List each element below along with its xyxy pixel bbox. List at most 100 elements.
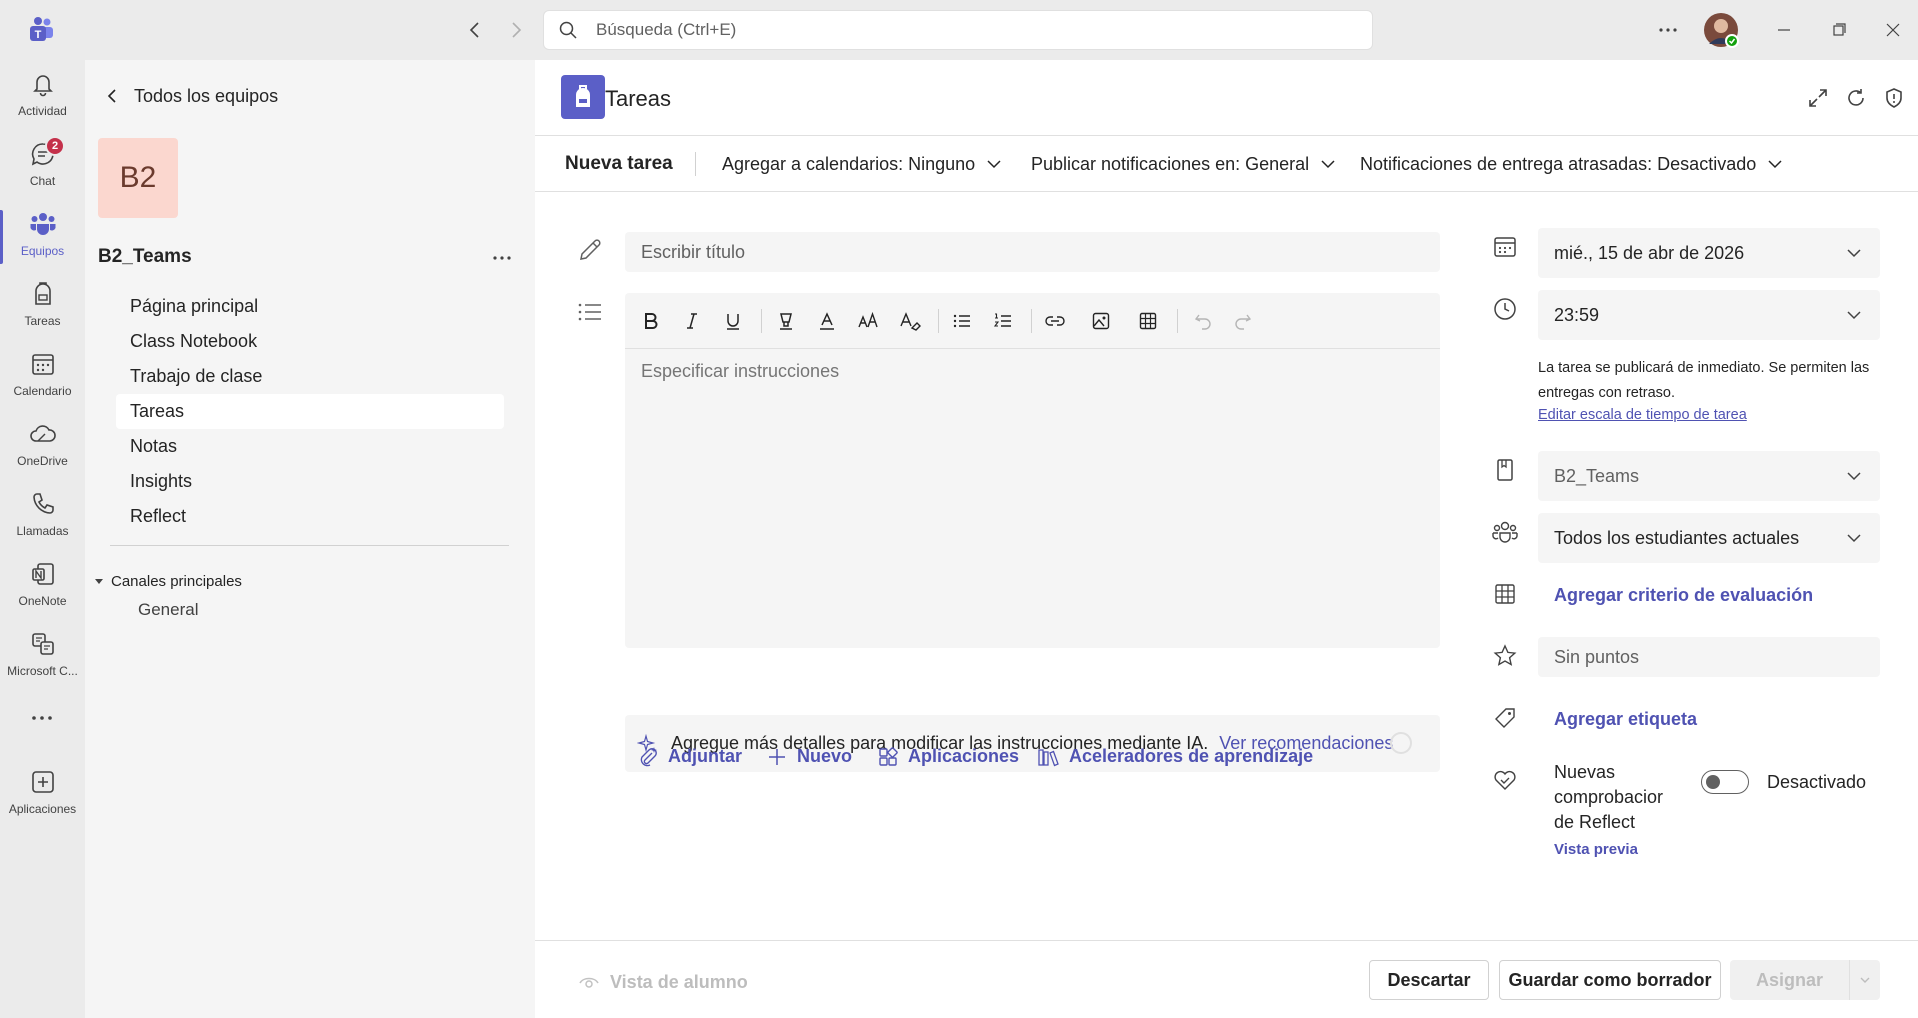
redo-icon[interactable] [1228,306,1258,336]
separator [761,309,762,333]
add-apps-icon [29,768,57,796]
points-input[interactable] [1538,637,1880,677]
channels-header[interactable]: Canales principales [93,571,242,591]
shield-icon[interactable] [1882,86,1906,110]
nav-notas[interactable]: Notas [116,429,504,464]
clear-format-icon[interactable] [895,306,925,336]
instructions-editor [625,293,1440,648]
rail-item-tareas[interactable]: Tareas [0,272,85,338]
expand-icon[interactable] [1806,86,1830,110]
students-dropdown[interactable]: Todos los estudiantes actuales [1538,513,1880,563]
class-dropdown[interactable]: B2_Teams [1538,451,1880,501]
late-notifications-dropdown[interactable]: Notificaciones de entrega atrasadas: Des… [1360,136,1784,192]
chat-badge: 2 [45,136,65,156]
eye-icon [578,971,600,993]
numbered-list-icon[interactable] [988,306,1018,336]
search-box[interactable] [543,10,1373,50]
discard-button[interactable]: Descartar [1369,960,1489,1000]
save-draft-button[interactable]: Guardar como borrador [1499,960,1721,1000]
restore-icon[interactable] [1827,18,1851,42]
student-view-button[interactable]: Vista de alumno [578,970,748,994]
apps-button[interactable]: Aplicaciones [878,746,1019,767]
undo-icon[interactable] [1188,306,1218,336]
reflect-preview-link[interactable]: Vista previa [1554,841,1638,858]
link-icon[interactable] [1040,306,1070,336]
close-icon[interactable] [1881,18,1905,42]
teams-icon [29,210,57,238]
due-date-picker[interactable]: mié., 15 de abr de 2026 [1538,228,1880,278]
font-color-icon[interactable] [812,306,842,336]
rail-item-calendario[interactable]: Calendario [0,342,85,408]
phone-icon [29,490,57,518]
image-icon[interactable] [1086,306,1116,336]
onenote-icon [29,560,57,588]
rail-item-microsoft-copilot[interactable]: Microsoft C... [0,622,85,688]
team-more-icon[interactable] [490,246,514,270]
highlight-icon[interactable] [771,306,801,336]
rail-item-aplicaciones[interactable]: Aplicaciones [0,760,85,826]
notifications-dropdown[interactable]: Publicar notificaciones en: General [1031,136,1337,192]
minimize-icon[interactable] [1772,18,1796,42]
rail-item-onenote[interactable]: OneNote [0,552,85,618]
nav-tareas[interactable]: Tareas [116,394,504,429]
nav-insights[interactable]: Insights [116,464,504,499]
more-options-icon[interactable] [1656,18,1680,42]
italic-icon[interactable] [677,306,707,336]
assign-button[interactable]: Asignar [1730,960,1850,1000]
new-button[interactable]: Nuevo [767,746,852,767]
copilot-icon [29,630,57,658]
add-rubric-link[interactable]: Agregar criterio de evaluación [1554,585,1813,606]
bold-icon[interactable] [636,306,666,336]
team-avatar: B2 [98,138,178,218]
plus-icon [767,747,797,767]
font-size-icon[interactable] [853,306,883,336]
class-dropdown-value: B2_Teams [1554,465,1640,486]
notifications-dropdown-label: Publicar notificaciones en: General [1031,153,1310,174]
search-input[interactable] [596,20,1296,40]
instructions-textarea[interactable] [625,351,1440,647]
more-apps-icon[interactable] [28,708,56,728]
calendar-icon [29,350,57,378]
bullet-list-icon[interactable] [947,306,977,336]
rail-item-chat[interactable]: 2 Chat [0,132,85,198]
title-field[interactable] [625,232,1440,272]
backpack-icon [29,280,57,308]
people-icon [1490,517,1520,547]
nav-class-notebook[interactable]: Class Notebook [116,324,504,359]
new-task-label: Nueva tarea [565,153,673,174]
nav-trabajo-de-clase[interactable]: Trabajo de clase [116,359,504,394]
students-dropdown-value: Todos los estudiantes actuales [1554,527,1800,548]
rail-item-onedrive[interactable]: OneDrive [0,412,85,478]
channels-header-label: Canales principales [111,572,242,590]
learning-accelerators-button[interactable]: Aceleradores de aprendizaje [1037,746,1313,767]
edit-schedule-link[interactable]: Editar escala de tiempo de tarea [1538,407,1747,423]
reflect-toggle[interactable] [1701,770,1749,794]
chevron-down-icon[interactable] [1850,960,1880,1000]
back-to-teams-link[interactable]: Todos los equipos [102,78,278,114]
refresh-icon[interactable] [1844,86,1868,110]
rail-item-llamadas[interactable]: Llamadas [0,482,85,548]
title-input[interactable] [625,232,1440,272]
rail-item-actividad[interactable]: Actividad [0,62,85,128]
forward-arrow-icon[interactable] [504,18,528,42]
due-time-picker[interactable]: 23:59 [1538,290,1880,340]
team-panel: Todos los equipos B2 B2_Teams Página pri… [85,60,535,1018]
nav-reflect[interactable]: Reflect [116,499,504,534]
back-arrow-icon[interactable] [463,18,487,42]
add-tag-link[interactable]: Agregar etiqueta [1554,709,1697,730]
apps-button-label: Aplicaciones [908,746,1020,766]
table-icon[interactable] [1133,306,1163,336]
teams-logo-icon[interactable]: T [27,16,55,44]
points-field[interactable] [1538,637,1880,677]
pencil-icon [576,236,604,264]
calendars-dropdown[interactable]: Agregar a calendarios: Ninguno [722,136,1003,192]
app-title: Tareas [605,86,672,111]
attach-button[interactable]: Adjuntar [638,746,742,767]
channel-general[interactable]: General [138,600,198,620]
rail-item-equipos[interactable]: Equipos [0,202,85,268]
underline-icon[interactable] [718,306,748,336]
assign-split-button: Asignar [1730,960,1880,1000]
separator [1177,309,1178,333]
nav-pagina-principal[interactable]: Página principal [116,289,504,324]
user-avatar[interactable] [1703,12,1739,48]
